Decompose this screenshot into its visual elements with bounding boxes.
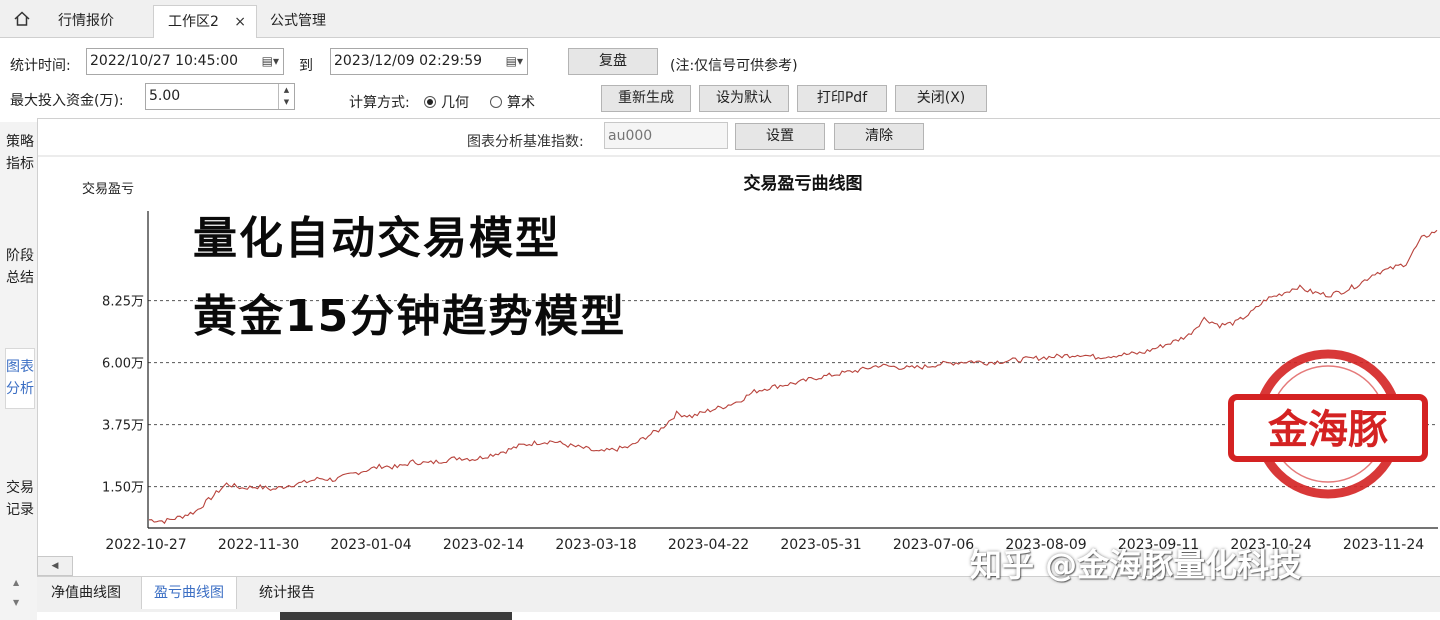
sidebar-item-stage-summary[interactable]: 阶段总结 [5,246,35,289]
scroll-down-icon[interactable]: ▼ [13,598,19,607]
y-tick-label: 8.25万 [102,295,144,310]
max-capital-label: 最大投入资金(万): [10,93,124,109]
x-tick-label: 2023-07-06 [893,537,974,553]
radio-checked-icon [424,96,436,108]
replay-button[interactable]: 复盘 [568,48,658,75]
x-tick-label: 2023-11-24 [1343,537,1424,553]
to-label: 到 [299,58,313,74]
radio-arithmetic-label: 算术 [507,95,535,111]
chart-scroll-left-button[interactable]: ◀ [37,556,73,576]
tab-pnl-curve[interactable]: 盈亏曲线图 [141,577,237,609]
x-tick-label: 2022-11-30 [218,537,299,553]
tab-statistics-report[interactable]: 统计报告 [247,577,327,609]
overlay-title-line-1: 量化自动交易模型 [193,213,561,264]
calendar-dropdown-icon[interactable]: ▤▾ [262,49,279,74]
tab-quotes[interactable]: 行情报价 [58,5,114,38]
home-icon [14,11,30,26]
radio-arithmetic[interactable]: 算术 [490,92,535,112]
y-tick-label: 3.75万 [102,419,144,434]
close-button[interactable]: 关闭(X) [895,85,987,112]
overlay-title-line-2: 黄金15分钟趋势模型 [193,291,627,342]
sidebar-item-chart-analysis[interactable]: 图表分析 [5,348,35,409]
bottom-scroll-thumb[interactable] [280,612,512,620]
x-tick-label: 2023-03-18 [555,537,636,553]
end-time-picker[interactable]: 2023/12/09 02:29:59 ▤▾ [330,48,528,75]
sidebar-item-strategy-metrics[interactable]: 策略指标 [5,132,35,175]
set-default-button[interactable]: 设为默认 [699,85,789,112]
max-capital-value: 5.00 [149,88,181,104]
x-tick-label: 2023-02-14 [443,537,524,553]
stat-time-label: 统计时间: [10,58,71,74]
x-tick-label: 2023-01-04 [330,537,411,553]
chart-title: 交易盈亏曲线图 [744,173,863,194]
stepper-arrows-icon[interactable]: ▲ ▼ [278,84,294,109]
x-tick-label: 2022-10-27 [105,537,186,553]
brand-stamp: 金海豚 [1228,342,1428,507]
watermark-text: 知乎 @金海豚量化科技 [970,546,1302,584]
y-tick-label: 1.50万 [102,481,144,496]
x-tick-label: 2023-05-31 [780,537,861,553]
calc-method-label: 计算方式: [349,95,410,111]
radio-geometric[interactable]: 几何 [424,92,469,112]
regenerate-button[interactable]: 重新生成 [601,85,691,112]
start-time-picker[interactable]: 2022/10/27 10:45:00 ▤▾ [86,48,284,75]
y-tick-label: 6.00万 [102,357,144,372]
tab-workspace-label: 工作区2 [168,14,219,30]
print-pdf-button[interactable]: 打印Pdf [797,85,887,112]
tab-formula-management[interactable]: 公式管理 [270,5,326,38]
stamp-text: 金海豚 [1267,407,1388,453]
scroll-up-icon[interactable]: ▲ [13,578,19,587]
y-axis-title: 交易盈亏 [82,181,134,197]
radio-unchecked-icon [490,96,502,108]
x-tick-label: 2023-04-22 [668,537,749,553]
side-nav: 策略指标 阶段总结 图表分析 交易记录 [0,122,37,620]
top-tab-bar: 行情报价 工作区2 × 公式管理 [0,0,1440,38]
start-time-value: 2022/10/27 10:45:00 [90,53,239,69]
calendar-dropdown-icon[interactable]: ▤▾ [506,49,523,74]
sidebar-item-trade-records[interactable]: 交易记录 [5,478,35,521]
home-tab[interactable] [6,5,38,38]
tab-workspace-2[interactable]: 工作区2 × [153,5,257,38]
radio-geometric-label: 几何 [441,95,469,111]
close-icon[interactable]: × [234,6,246,38]
max-capital-stepper[interactable]: 5.00 ▲ ▼ [145,83,295,110]
tab-equity-curve[interactable]: 净值曲线图 [39,577,133,609]
end-time-value: 2023/12/09 02:29:59 [334,53,483,69]
signal-note: (注:仅信号可供参考) [670,58,798,74]
